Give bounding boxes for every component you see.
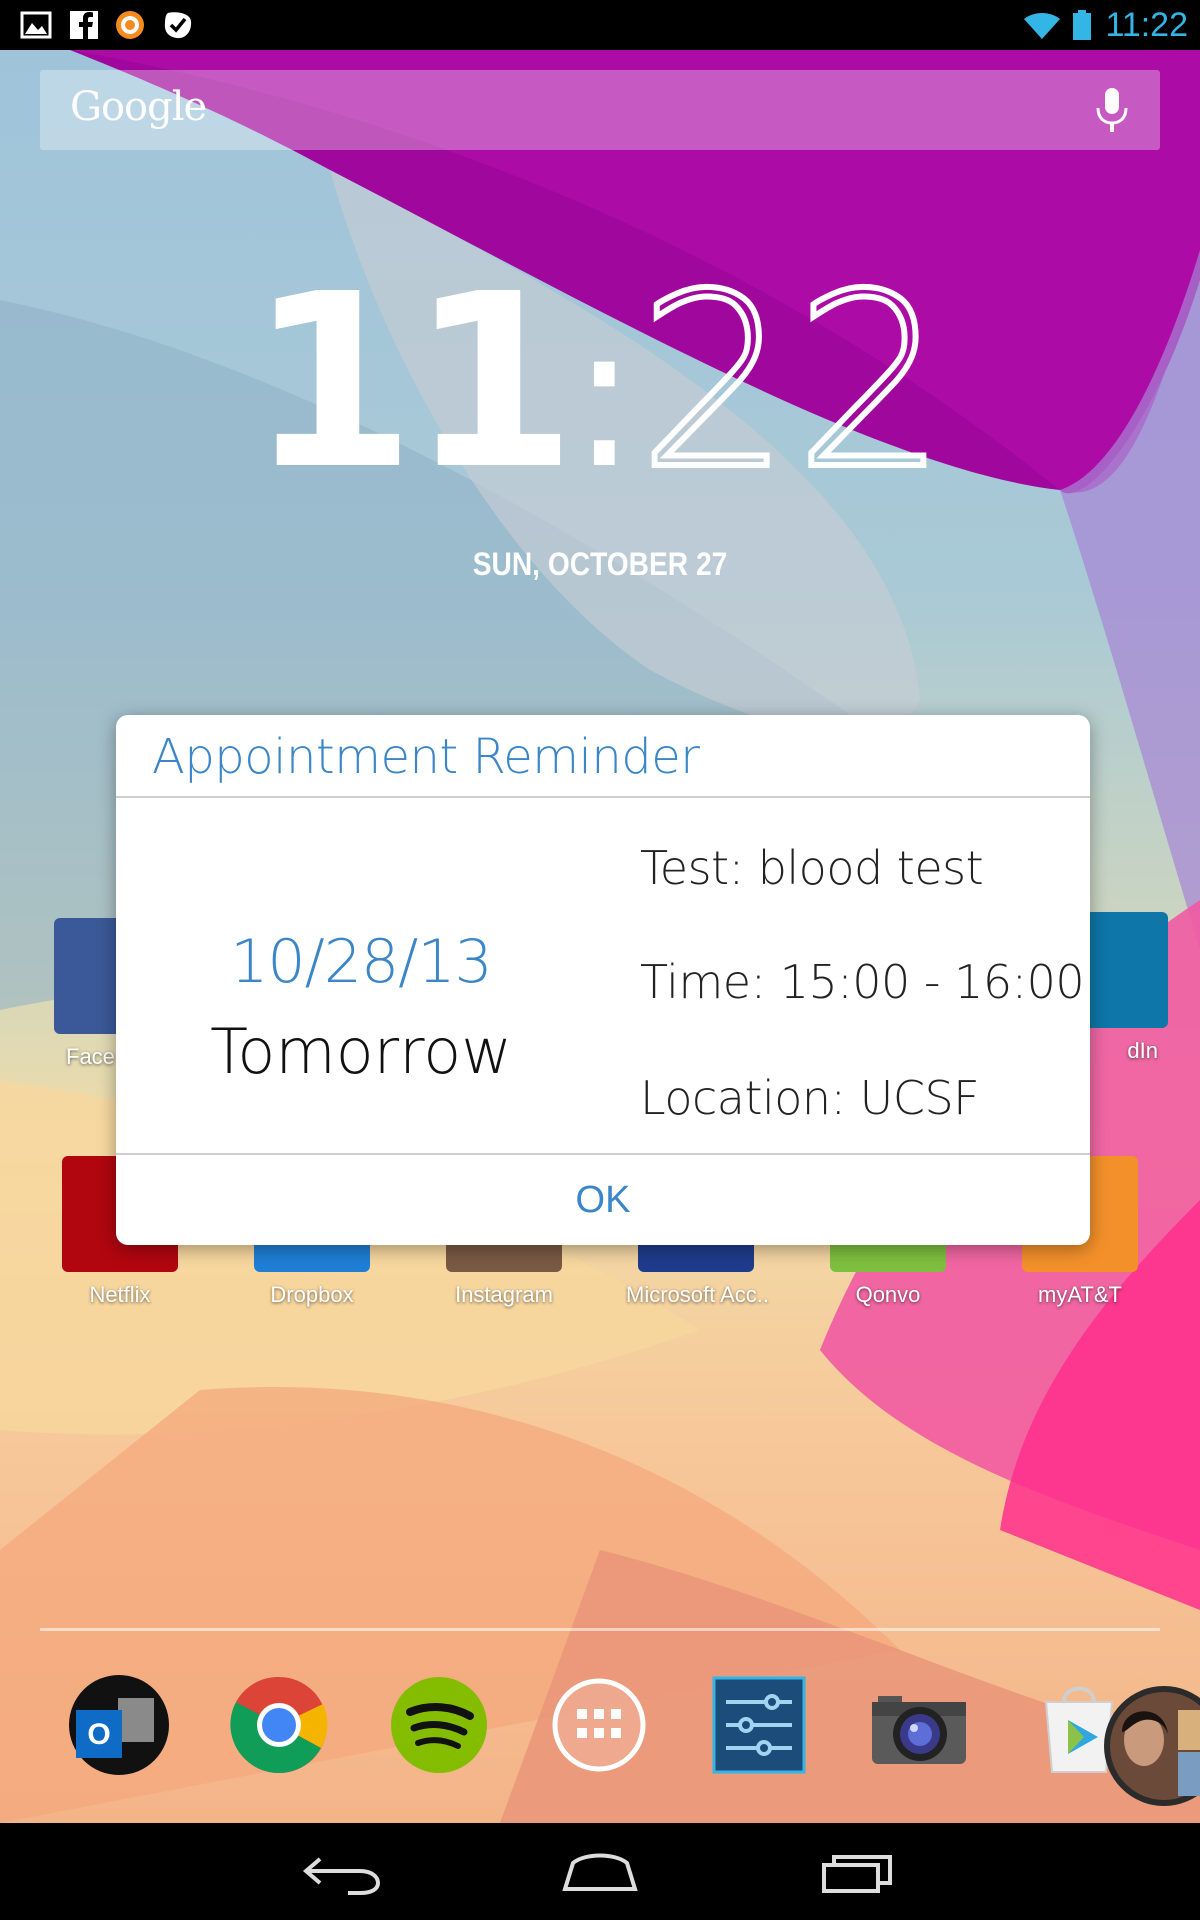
appointment-date: 10/28/13 <box>230 927 492 997</box>
clock-hours: 11 <box>248 242 577 522</box>
chrome-icon[interactable] <box>226 1672 332 1778</box>
settings-sliders-icon[interactable] <box>706 1672 812 1778</box>
dock-divider <box>40 1628 1160 1631</box>
clock-date: SUN, OCTOBER 27 <box>472 546 728 582</box>
app-label: Qonvo <box>855 1282 921 1307</box>
dialog-divider <box>116 796 1090 798</box>
status-time: 11:22 <box>1105 6 1188 44</box>
svg-text:O: O <box>87 1718 110 1751</box>
appointment-reminder-dialog: Appointment Reminder 10/28/13 Tomorrow T… <box>116 715 1090 1245</box>
appointment-test: Test: blood test <box>640 841 984 895</box>
recents-icon[interactable] <box>812 1845 902 1899</box>
ok-button[interactable]: OK <box>116 1155 1090 1245</box>
appointment-location: Location: UCSF <box>640 1071 980 1125</box>
appointment-day: Tomorrow <box>210 1015 512 1088</box>
back-icon[interactable] <box>298 1845 388 1899</box>
outlook-icon[interactable]: O <box>66 1672 172 1778</box>
app-label: Microsoft Acc.. <box>626 1282 770 1307</box>
appointment-time: Time: 15:00 - 16:00 <box>640 955 1085 1009</box>
mic-icon[interactable] <box>1094 86 1130 134</box>
home-icon[interactable] <box>555 1845 645 1899</box>
google-logo: Google <box>70 84 207 130</box>
dialog-title: Appointment Reminder <box>152 729 700 785</box>
checkmark-app-icon <box>164 12 192 39</box>
status-bar: 11:22 <box>0 0 1200 50</box>
clock-widget[interactable]: 11:22 <box>0 259 1200 505</box>
app-label: Instagram <box>455 1282 553 1307</box>
app-drawer-icon[interactable] <box>546 1672 652 1778</box>
spotify-icon[interactable] <box>386 1672 492 1778</box>
app-label: Dropbox <box>270 1282 354 1307</box>
facebook-icon <box>70 11 98 39</box>
orange-app-icon <box>116 11 144 39</box>
app-label: myAT&T <box>1038 1282 1122 1307</box>
clock-colon: : <box>570 280 638 513</box>
contact-photo-icon[interactable] <box>1094 1682 1200 1808</box>
navigation-bar <box>0 1823 1200 1920</box>
wifi-icon <box>1024 13 1060 39</box>
battery-icon <box>1073 10 1091 40</box>
google-search-bar[interactable]: Google <box>40 70 1160 150</box>
camera-icon[interactable] <box>866 1672 972 1778</box>
gallery-icon <box>20 11 52 39</box>
clock-minutes: 22 <box>635 242 952 522</box>
app-label: Netflix <box>89 1282 151 1307</box>
